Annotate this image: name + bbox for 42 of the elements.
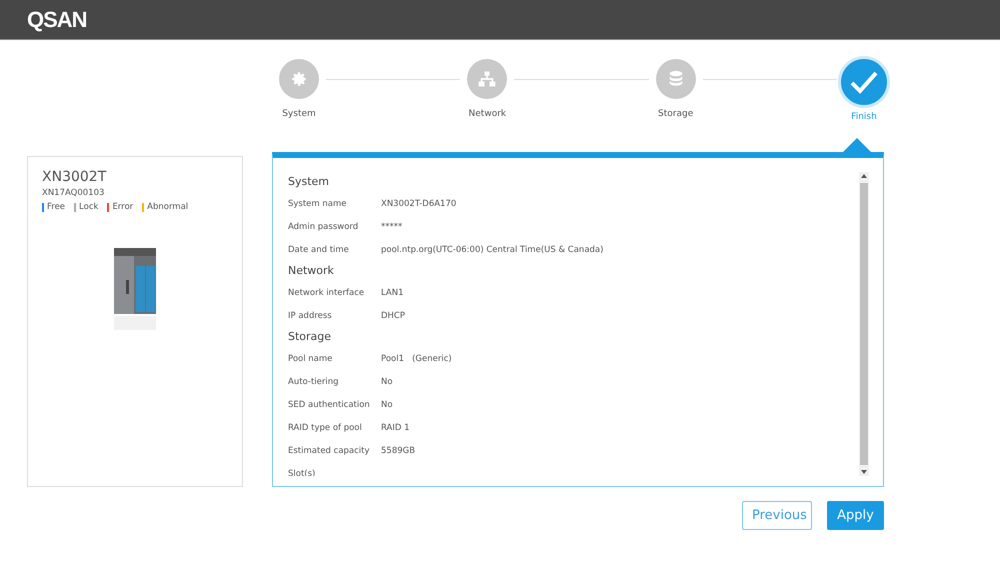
section-title: System <box>288 174 330 190</box>
field-label: Estimated capacity <box>288 446 371 456</box>
field-label: Pool name <box>288 354 334 364</box>
device-model: XN3002T <box>42 169 108 185</box>
serial-number: XN17AQ00103 <box>42 188 106 198</box>
field-label: Date and time <box>288 244 350 254</box>
field-value: 5589GB <box>381 446 416 456</box>
field-value: No <box>381 400 393 410</box>
legend-label: Lock <box>79 202 98 212</box>
legend-label: Free <box>47 202 66 212</box>
field-value: pool.ntp.org(UTC-06:00) Central Time(US & Canada) <box>381 244 604 254</box>
field-label: Network interface <box>288 288 366 298</box>
gear-step-icon[interactable] <box>279 59 319 99</box>
field-value: RAID 1 <box>381 422 410 432</box>
step-label: Storage <box>658 109 694 119</box>
previous-button[interactable]: Previous <box>742 501 812 530</box>
scroll-up-icon[interactable] <box>859 172 869 180</box>
section-title: Network <box>288 263 335 279</box>
step-label: System <box>282 109 316 119</box>
field-value: ***** <box>381 222 402 232</box>
legend-label: Abnormal <box>147 202 188 212</box>
section-title: Storage <box>288 329 332 345</box>
field-label: RAID type of pool <box>288 422 363 432</box>
legend-label: Error <box>112 202 134 212</box>
field-value: LAN1 <box>381 288 404 298</box>
field-value: No <box>381 376 393 386</box>
field-value: XN3002T-D6A170 <box>381 198 456 208</box>
scroll-down-icon[interactable] <box>859 468 869 476</box>
field-label: Admin password <box>288 222 360 232</box>
field-label: SED authentication <box>288 400 371 410</box>
field-label: IP address <box>288 310 333 320</box>
field-label: System name <box>288 198 348 208</box>
field-label: Auto-tiering <box>288 376 340 386</box>
step-label: Finish <box>851 112 877 122</box>
field-value: Pool1 (Generic) <box>381 354 452 364</box>
network-step-icon[interactable] <box>467 59 508 99</box>
scrollbar[interactable] <box>859 172 869 476</box>
step-label: Network <box>468 109 506 119</box>
database-step-icon[interactable] <box>656 59 696 99</box>
apply-button[interactable]: Apply <box>827 501 884 530</box>
field-value: DHCP <box>381 310 405 320</box>
logo: QSAN <box>27 6 87 32</box>
